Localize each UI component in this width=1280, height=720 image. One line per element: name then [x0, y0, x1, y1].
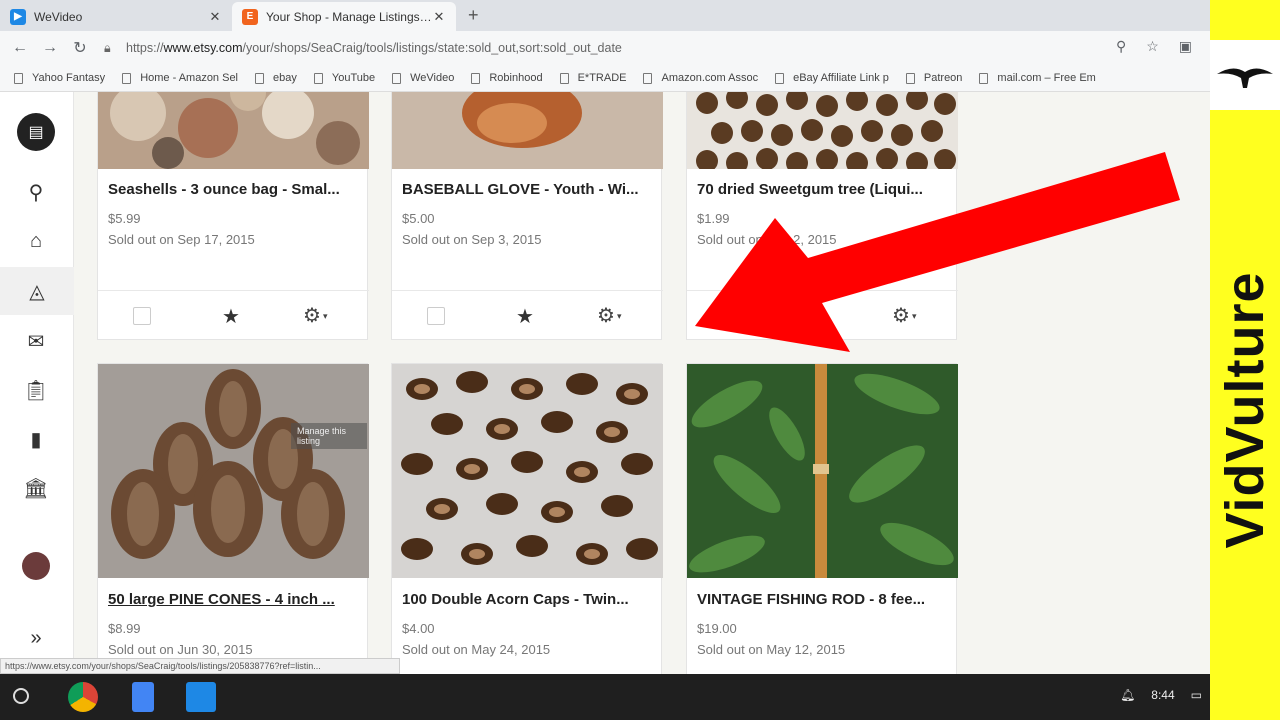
wevideo-icon[interactable]: [186, 682, 216, 712]
screenshot-root: ▶ WeVideo ✕ E Your Shop - Manage Listing…: [0, 0, 1280, 720]
vidvulture-banner: VidVulture: [1210, 0, 1280, 720]
link-status-bar: https://www.etsy.com/your/shops/SeaCraig…: [0, 658, 400, 674]
screen-icon: ▭: [1190, 688, 1202, 702]
docs-icon[interactable]: [132, 682, 154, 712]
vulture-logo-icon: [1210, 40, 1280, 110]
notification-icon[interactable]: 🔔︎: [1120, 688, 1135, 702]
system-tray[interactable]: 🔔︎ 8:44 ▭: [1120, 688, 1202, 702]
launcher-icon[interactable]: [13, 688, 29, 704]
os-taskbar: 🔔︎ 8:44 ▭: [0, 674, 1210, 720]
red-arrow-annotation: [695, 152, 1180, 352]
chrome-icon[interactable]: [68, 682, 98, 712]
banner-text: VidVulture: [1215, 271, 1275, 549]
clock: 8:44: [1151, 688, 1175, 702]
